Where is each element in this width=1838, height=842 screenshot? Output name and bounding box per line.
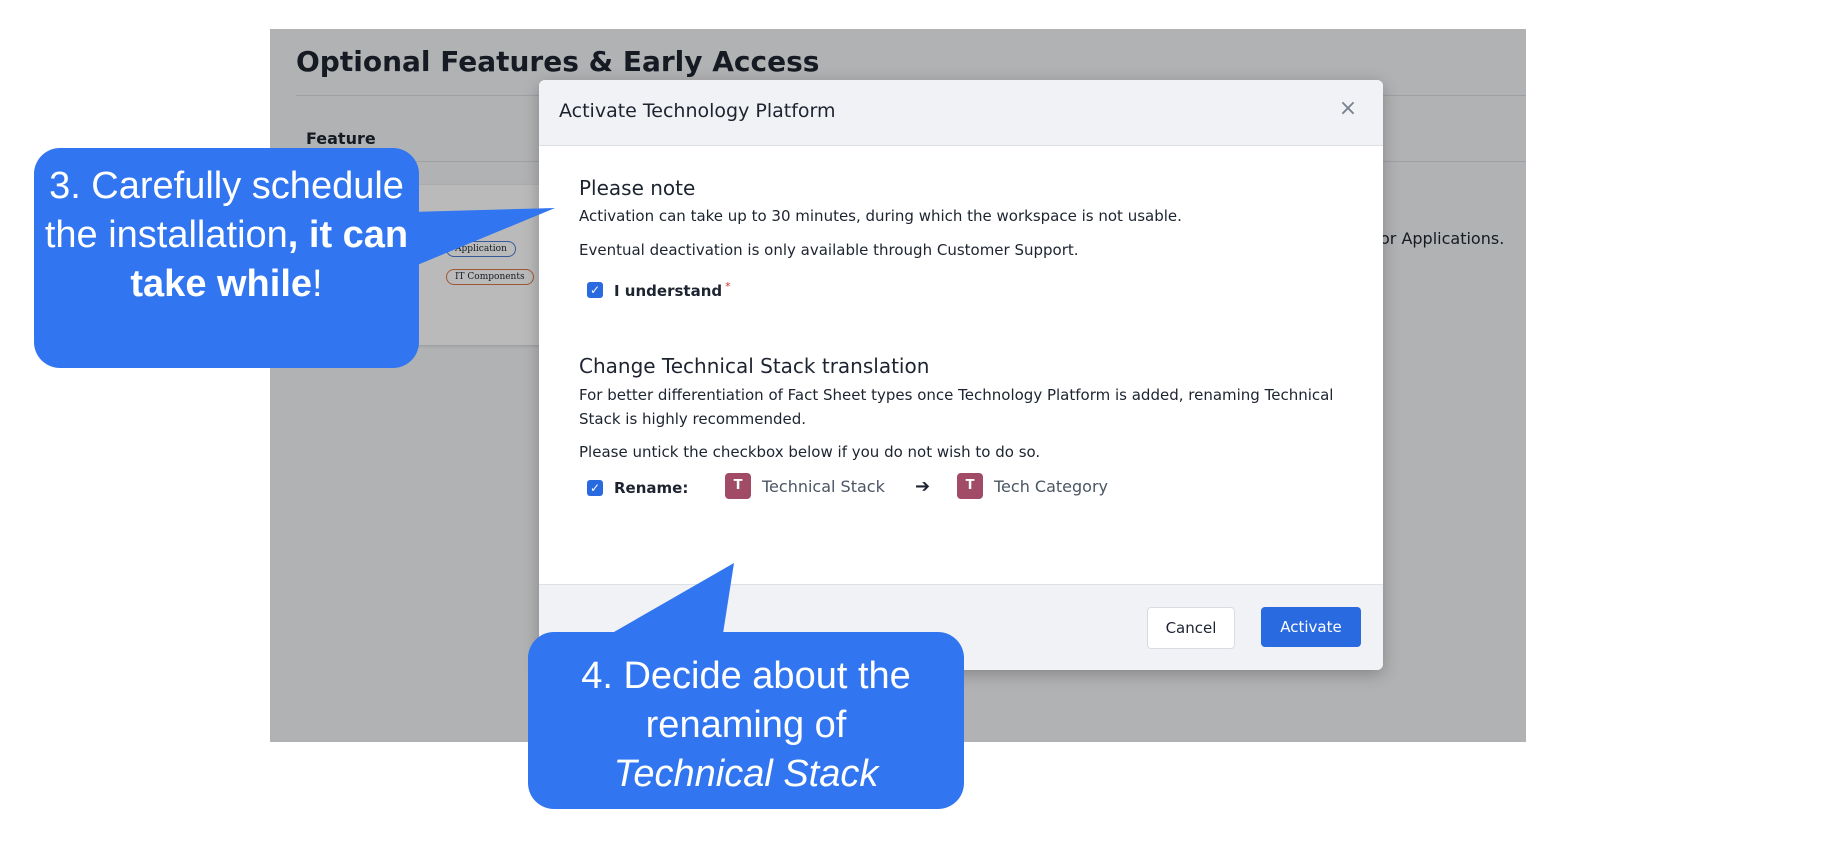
callout-schedule-installation: 3. Carefully schedule the installation, …	[34, 148, 419, 368]
callout-1-tail	[410, 208, 555, 268]
callout-2-text: 4. Decide about the renaming of	[581, 655, 911, 746]
callout-2-italic-text: Technical Stack	[613, 753, 879, 795]
callout-decide-renaming: 4. Decide about the renaming of Technica…	[528, 632, 964, 809]
callout-2-tail	[600, 563, 734, 640]
callout-1-exclamation: !	[312, 263, 323, 305]
